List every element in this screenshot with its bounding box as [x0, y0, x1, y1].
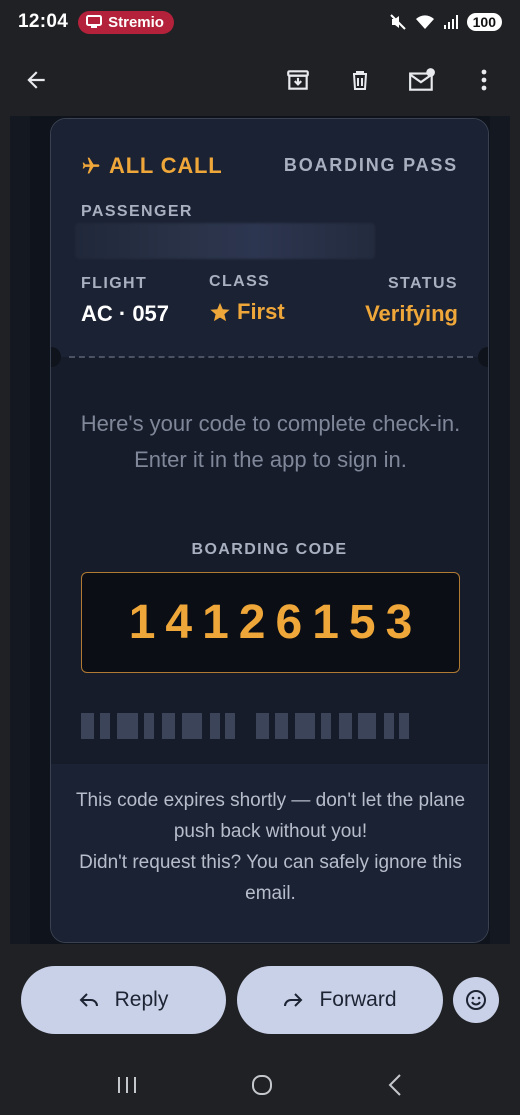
intro-text: Here's your code to complete check-in. E…: [80, 411, 461, 472]
footer-text: This code expires shortly — don't let th…: [73, 785, 468, 909]
clock: 12:04: [18, 11, 69, 32]
flight-label: FLIGHT: [81, 275, 148, 292]
emoji-reaction-button[interactable]: [453, 977, 499, 1023]
app-bar: [0, 44, 520, 116]
status-label: STATUS: [387, 275, 458, 292]
footer-line-1: This code expires shortly — don't let th…: [75, 790, 466, 842]
reply-icon: [79, 993, 98, 1007]
more-vert-icon: [481, 69, 487, 91]
more-options-button[interactable]: [464, 60, 504, 100]
reply-button[interactable]: Reply: [21, 966, 226, 1034]
forward-label: Forward: [319, 988, 397, 1011]
mark-unread-button[interactable]: [402, 60, 442, 100]
forward-icon: [284, 993, 303, 1007]
class-label: CLASS: [209, 273, 271, 290]
brand: ALL CALL: [81, 153, 223, 179]
screen-icon: [86, 15, 103, 28]
status-bar: 12:04 Stremio 100: [0, 0, 520, 44]
ticket-notch-right: [478, 347, 488, 367]
home-icon[interactable]: [250, 1073, 274, 1097]
status-field: STATUS Verifying: [365, 275, 458, 327]
code-label: BOARDING CODE: [191, 541, 348, 558]
mark-unread-icon: [409, 68, 435, 91]
passenger-label: PASSENGER: [81, 203, 193, 220]
class-value: First: [237, 299, 285, 324]
flight-value: AC · 057: [81, 301, 170, 326]
battery-indicator: 100: [466, 13, 502, 31]
class-value-row: First: [209, 299, 285, 325]
pass-title: BOARDING PASS: [283, 155, 458, 175]
system-nav-bar: [0, 1055, 520, 1115]
class-field: CLASS First: [209, 273, 285, 325]
smiley-icon: [466, 990, 486, 1010]
recents-icon[interactable]: [116, 1075, 138, 1095]
back-button[interactable]: [16, 60, 56, 100]
delete-icon: [353, 71, 367, 90]
delete-button[interactable]: [340, 60, 380, 100]
back-arrow-icon: [27, 71, 45, 89]
status-value: Verifying: [365, 301, 458, 326]
mute-icon: [389, 14, 406, 30]
signal-icon: [443, 15, 458, 29]
footer-line-2: Didn't request this? You can safely igno…: [79, 852, 462, 904]
flight-field: FLIGHT AC · 057: [81, 275, 169, 327]
brand-name: ALL CALL: [109, 153, 223, 178]
perforation-divider: [69, 356, 473, 358]
boarding-pass-card: ALL CALL BOARDING PASS PASSENGER FLIGHT …: [50, 118, 489, 943]
boarding-code[interactable]: 14126153: [81, 572, 460, 673]
forward-button[interactable]: Forward: [237, 966, 443, 1034]
reply-label: Reply: [114, 988, 169, 1011]
passenger-name-redacted: [75, 223, 375, 259]
wifi-icon: [415, 15, 434, 29]
star-icon: [210, 302, 230, 322]
archive-button[interactable]: [278, 60, 318, 100]
airplane-icon: [82, 157, 100, 174]
archive-icon: [287, 70, 309, 90]
app-indicator-label: Stremio: [108, 13, 164, 31]
barcode-graphic: [81, 713, 409, 739]
app-indicator-pill: Stremio: [78, 10, 174, 34]
back-nav-icon[interactable]: [386, 1073, 404, 1097]
